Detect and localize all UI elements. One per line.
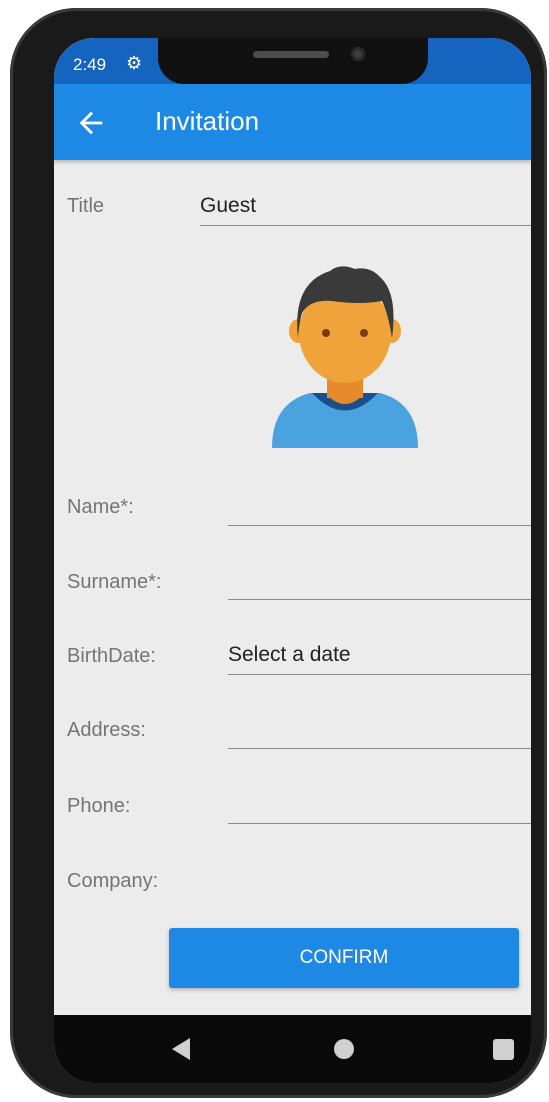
surname-input[interactable] [228,566,531,600]
company-label: Company: [67,870,159,892]
surname-label: Surname*: [67,571,162,593]
page-title: Invitation [155,106,260,136]
triangle-back-icon[interactable] [172,1038,190,1060]
birthdate-value: Select a date [228,643,351,666]
title-value: Guest [200,194,257,217]
phone-side-button-volume-down [13,333,22,413]
phone-frame: 2:49 ⚙ Invitation Title Guest Name*: Sur… [10,8,547,1098]
square-recents-icon[interactable] [493,1039,514,1060]
birthdate-label: BirthDate: [67,645,156,667]
speaker-grille [253,51,329,58]
title-field[interactable]: Guest [200,192,531,226]
confirm-button[interactable]: CONFIRM [169,928,519,988]
status-time: 2:49 [73,55,107,74]
circle-home-icon[interactable] [334,1039,354,1059]
arrow-left-icon[interactable] [74,106,108,140]
address-input[interactable] [228,715,531,749]
app-bar: Invitation [54,84,531,160]
front-camera [351,47,365,61]
phone-side-button-volume-up [13,233,22,313]
title-label: Title [67,195,105,217]
name-label: Name*: [67,496,134,518]
app-screen: 2:49 ⚙ Invitation Title Guest Name*: Sur… [54,38,531,1083]
gear-icon: ⚙ [126,53,143,73]
person-avatar-icon [272,266,418,448]
phone-notch [158,38,428,84]
address-label: Address: [67,719,146,741]
navigation-bar [54,1015,531,1083]
name-input[interactable] [228,492,531,526]
phone-input[interactable] [228,790,531,824]
phone-label: Phone: [67,795,131,817]
birthdate-picker[interactable]: Select a date [228,641,531,675]
phone-side-button-top [13,153,22,197]
status-bar: 2:49 ⚙ [54,38,531,84]
